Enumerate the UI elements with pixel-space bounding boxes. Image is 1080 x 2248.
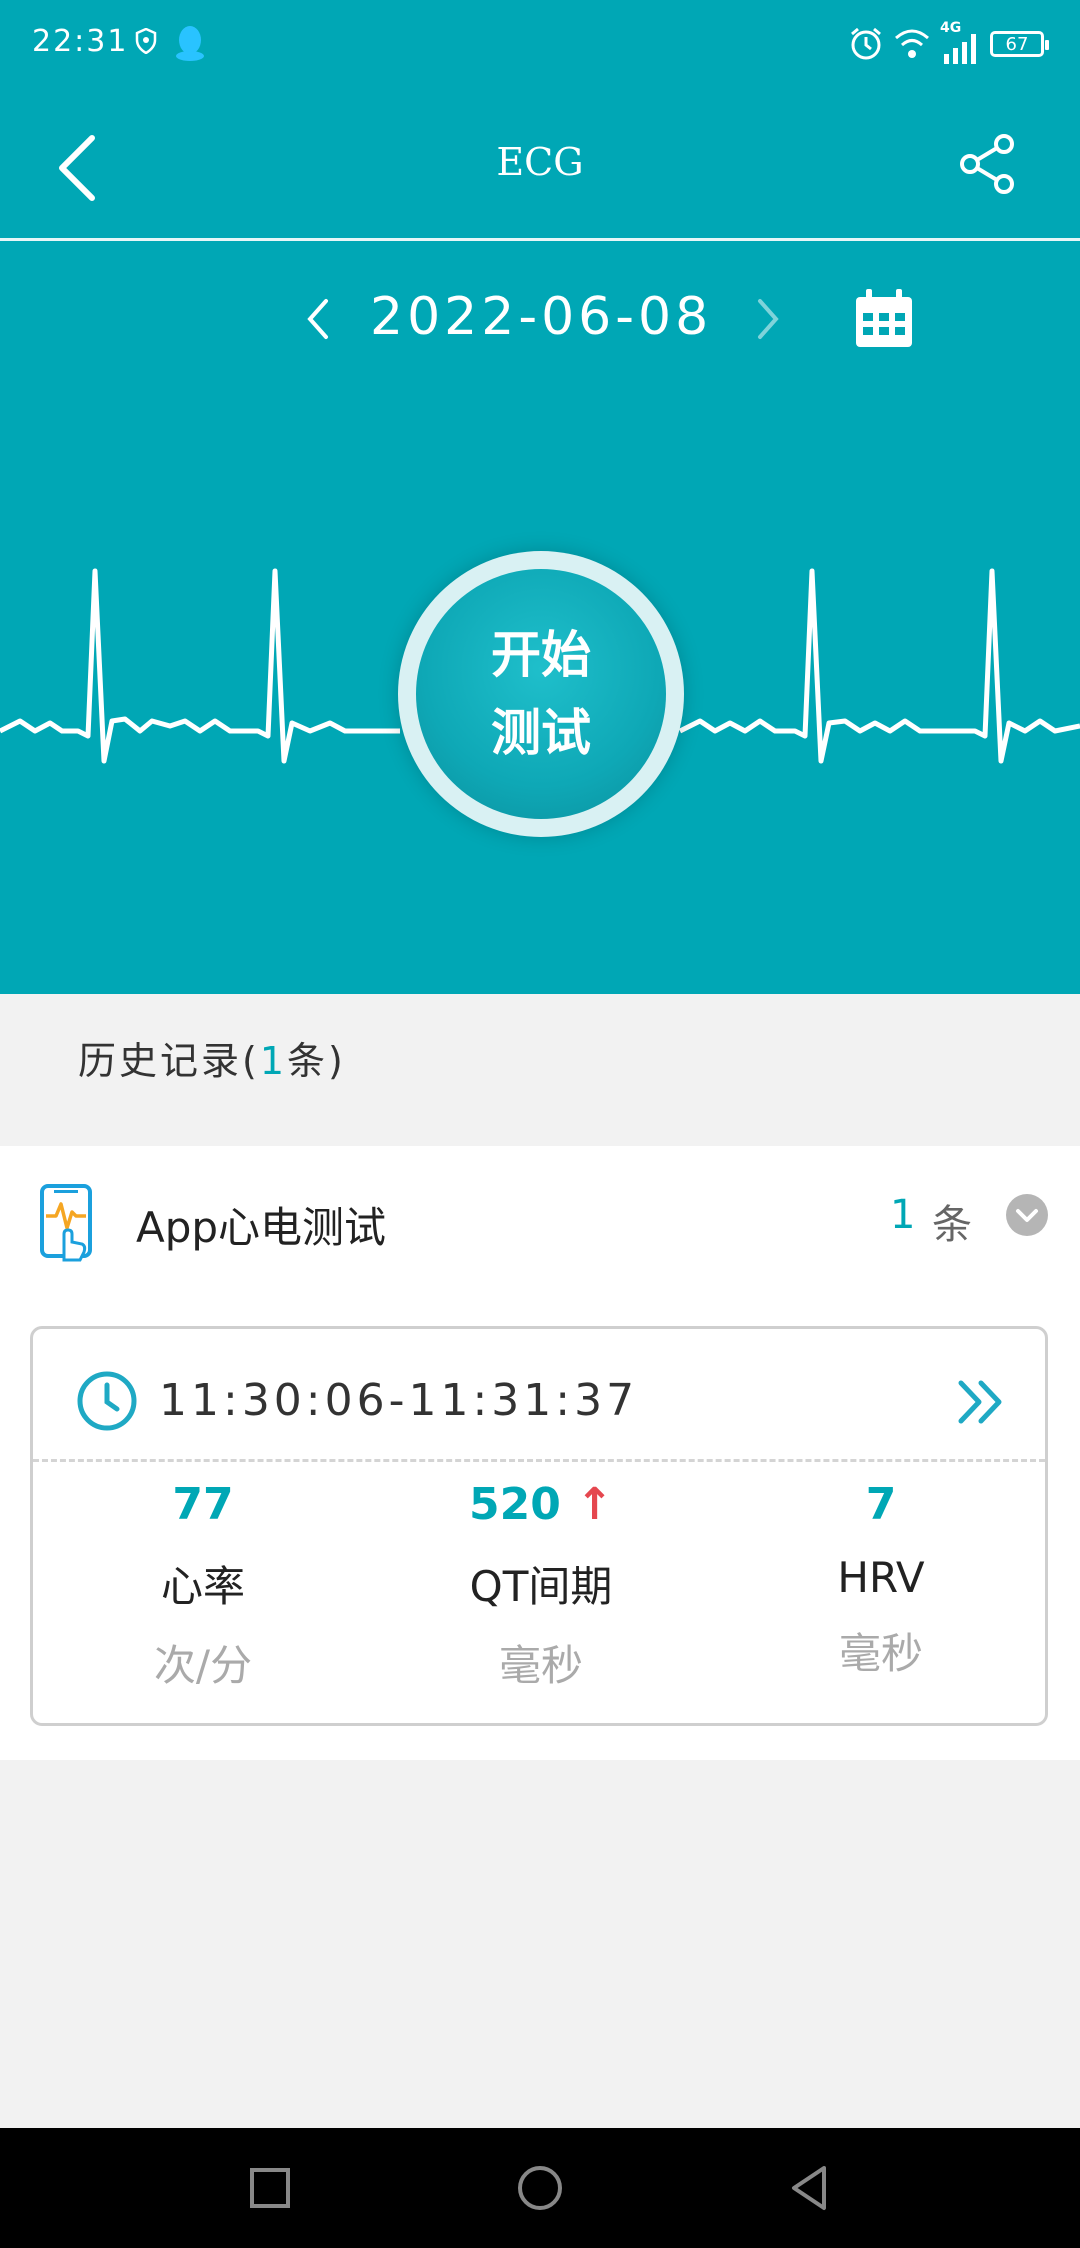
metric-label: 心率: [160, 1562, 245, 1611]
status-bar: 22:31 4G 67: [0, 0, 1080, 88]
wifi-icon: [895, 29, 929, 58]
record-group-title: App心电测试: [136, 1203, 387, 1252]
calendar-icon[interactable]: [852, 287, 916, 351]
start-test-button[interactable]: 开始 测试: [416, 569, 666, 819]
card-divider: [33, 1459, 1045, 1462]
current-date: 2022-06-08: [370, 287, 713, 347]
start-test-label-2: 测试: [491, 704, 591, 762]
status-indicators: 4G 67: [848, 20, 1049, 64]
record-group-unit: 条: [932, 1202, 972, 1248]
ecg-hero: 2022-06-08 开始 测试: [0, 241, 1080, 994]
metric-label: HRV: [837, 1553, 925, 1602]
record-card[interactable]: 11:30:06-11:31:37 77 心率 次/分 520 ↑ QT间期 毫…: [30, 1326, 1048, 1726]
phone-ecg-icon: [40, 1184, 92, 1262]
qq-icon: [176, 26, 204, 61]
status-time: 22:31: [32, 24, 129, 59]
record-group-count: 1: [890, 1192, 916, 1238]
record-time-range: 11:30:06-11:31:37: [159, 1375, 639, 1426]
chevron-down-icon[interactable]: [1006, 1194, 1048, 1236]
start-test-label-1: 开始: [491, 626, 591, 684]
signal-icon: 4G: [940, 20, 980, 64]
metric-value-row: 520 ↑: [421, 1479, 661, 1539]
battery-level: 67: [1005, 33, 1029, 55]
page-title: ECG: [496, 140, 584, 184]
prev-date-button[interactable]: [298, 289, 338, 349]
metric-unit: 毫秒: [838, 1629, 923, 1678]
metric-value: 77: [172, 1479, 234, 1530]
double-chevron-right-icon[interactable]: [953, 1375, 1009, 1429]
clock-icon: [77, 1371, 137, 1431]
back-nav-icon[interactable]: [780, 2158, 840, 2218]
home-icon[interactable]: [510, 2158, 570, 2218]
next-date-button[interactable]: [748, 289, 788, 349]
up-arrow-icon: ↑: [576, 1479, 614, 1530]
metric-heart-rate: 77 心率 次/分: [83, 1479, 323, 1693]
history-section: App心电测试 1 条 11:30:06-11:31:37 77 心率 次/分 …: [0, 1146, 1080, 1760]
system-nav-bar: [0, 2128, 1080, 2248]
metric-label: QT间期: [469, 1562, 613, 1611]
history-prefix: 历史记录(: [78, 1039, 260, 1083]
share-icon[interactable]: [956, 132, 1020, 196]
recent-apps-icon[interactable]: [240, 2158, 300, 2218]
metric-value: 520: [468, 1479, 561, 1530]
battery-indicator: 67: [990, 31, 1049, 57]
metric-unit: 毫秒: [498, 1641, 583, 1690]
metric-unit: 次/分: [153, 1641, 253, 1690]
app-bar: ECG: [0, 88, 1080, 238]
shield-icon: [135, 28, 157, 54]
history-header: 历史记录(1条): [78, 1030, 346, 1085]
start-test-ring: 开始 测试: [398, 551, 684, 837]
history-count: 1: [259, 1039, 288, 1083]
history-suffix: 条): [287, 1039, 346, 1083]
alarm-icon: [851, 27, 881, 60]
record-group-row[interactable]: App心电测试 1 条: [0, 1146, 1080, 1294]
metric-hrv: 7 HRV 毫秒: [761, 1479, 1001, 1681]
metric-value: 7: [865, 1479, 897, 1530]
metric-qt-interval: 520 ↑ QT间期 毫秒: [421, 1479, 661, 1693]
